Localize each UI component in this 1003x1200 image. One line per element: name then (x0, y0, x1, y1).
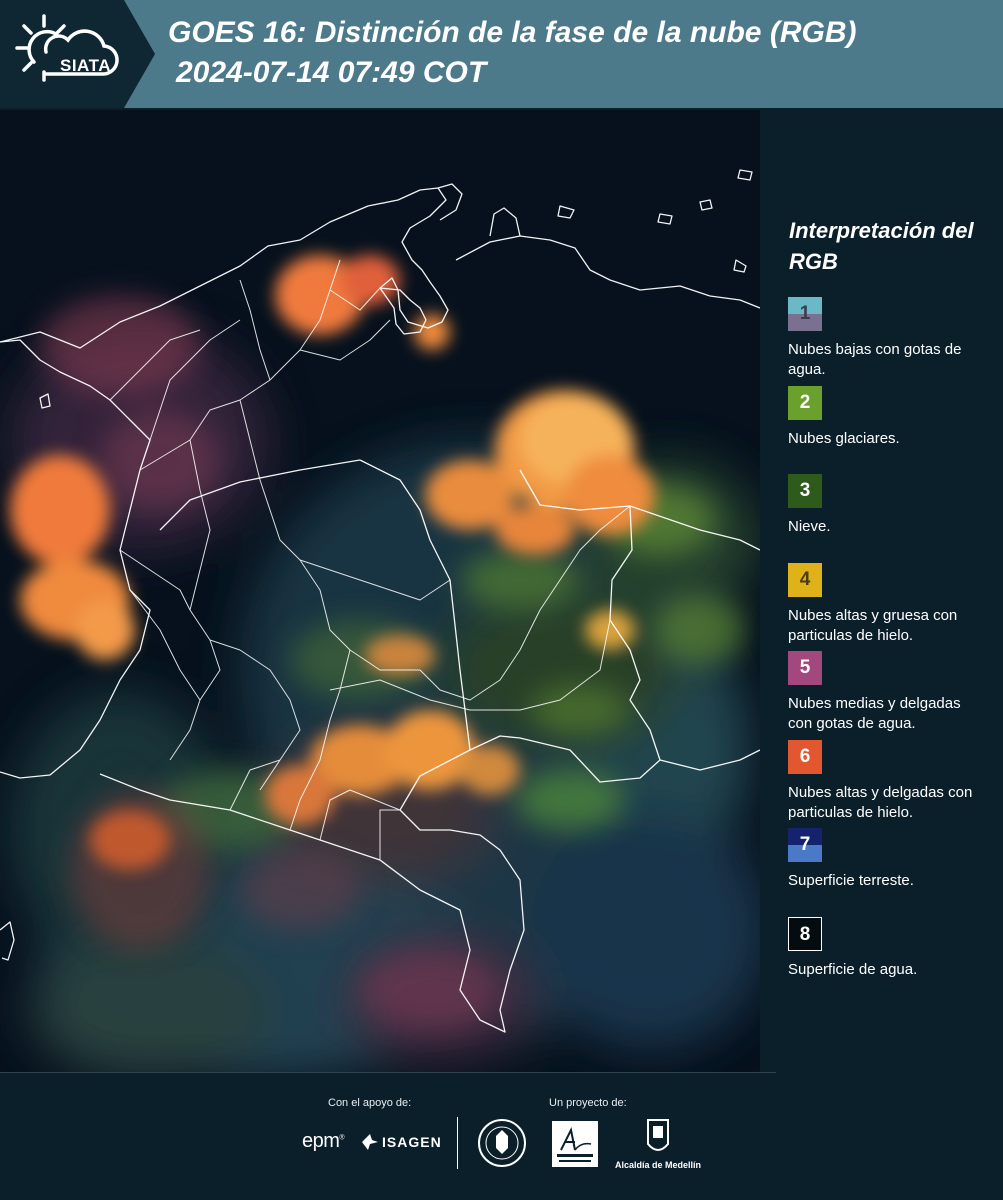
area-metropolitana-logo-icon (552, 1121, 598, 1167)
legend-label: Nieve. (788, 518, 831, 535)
legend-swatch: 4 (788, 562, 822, 597)
medellin-text: Alcaldía de Medellín (614, 1160, 702, 1170)
legend-label: Nubes altas y gruesa con particulas de h… (788, 606, 958, 644)
legend-swatch: 7 (788, 828, 822, 862)
legend-swatch: 6 (788, 739, 822, 774)
legend-item-7: 7 Superficie terreste. (788, 828, 988, 908)
university-seal-icon (478, 1119, 526, 1167)
isagen-text: ISAGEN (382, 1134, 442, 1150)
rgb-satellite-image (0, 110, 760, 1072)
legend-swatch: 2 (788, 385, 822, 420)
timestamp: 2024-07-14 07:49 COT (176, 56, 487, 89)
legend-item-3: 3 Nieve. (788, 474, 988, 554)
legend-title: Interpretación del RGB (789, 218, 974, 274)
legend-swatch: 3 (788, 474, 822, 508)
epm-logo: epm® (302, 1130, 345, 1152)
legend-item-1: 1 Nubes bajas con gotas de agua. (788, 297, 988, 378)
legend: Interpretación del RGB 1 Nubes bajas con … (776, 215, 996, 978)
satellite-map (0, 110, 760, 1072)
support-caption: Con el apoyo de: (328, 1097, 412, 1109)
sun-cloud-icon (15, 14, 119, 82)
legend-label: Superficie terreste. (788, 872, 914, 889)
medellin-shield-icon (647, 1119, 669, 1151)
epm-text: epm (302, 1130, 340, 1152)
legend-item-5: 5 Nubes medias y delgadas con gotas de ag… (788, 651, 988, 732)
siata-logo: SIATA (12, 10, 132, 98)
legend-label: Nubes altas y delgadas con particulas de… (788, 783, 973, 821)
header: SIATA GOES 16: Distinción de la fase de … (0, 0, 1003, 110)
legend-item-4: 4 Nubes altas y gruesa con particulas de … (788, 562, 988, 644)
legend-swatch: 1 (788, 297, 822, 331)
legend-swatch: 5 (788, 651, 822, 685)
page-title: GOES 16: Distinción de la fase de la nub… (168, 16, 857, 49)
isagen-logo: ISAGEN (360, 1132, 441, 1154)
isagen-icon (362, 1134, 378, 1150)
legend-label: Nubes medias y delgadas con gotas de agu… (788, 695, 961, 732)
legend-item-2: 2 Nubes glaciares. (788, 385, 988, 466)
logo-text: SIATA (60, 56, 111, 75)
medellin-logo: Alcaldía de Medellín (612, 1118, 704, 1178)
footer: Con el apoyo de: Un proyecto de: epm® IS… (0, 1072, 1003, 1200)
legend-item-8: 8 Superficie de agua. (788, 916, 988, 997)
legend-swatch: 8 (788, 916, 822, 951)
legend-label: Superficie de agua. (788, 960, 918, 978)
legend-label: Nubes bajas con gotas de agua. (788, 341, 962, 378)
footer-divider (457, 1117, 458, 1169)
project-caption: Un proyecto de: (549, 1097, 627, 1109)
legend-label: Nubes glaciares. (788, 429, 900, 447)
footer-rule (0, 1072, 776, 1073)
legend-item-6: 6 Nubes altas y delgadas con particulas d… (788, 739, 988, 821)
